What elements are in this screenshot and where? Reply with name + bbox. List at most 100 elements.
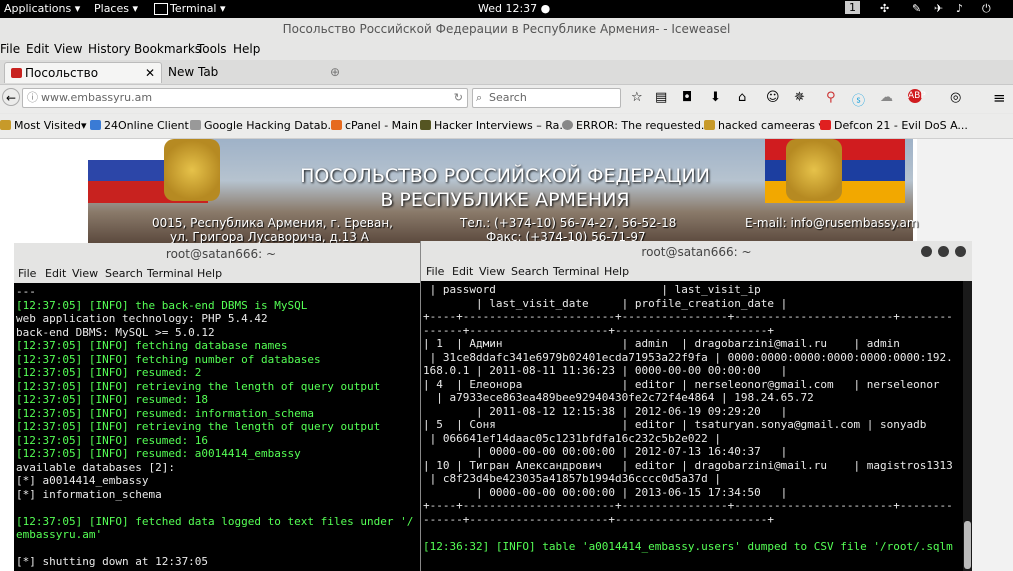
adblock-icon[interactable]: ABP <box>908 89 926 103</box>
navigation-toolbar: ← ⓘ www.embassyru.am ↻ ⌕ Search ☆ ▤ ◘ ⬇ … <box>0 85 1013 113</box>
download-icon[interactable]: ⬇ <box>710 90 721 105</box>
menu-edit[interactable]: Edit <box>26 42 49 56</box>
bookmark-24online[interactable]: 24Online Client <box>90 119 189 132</box>
reading-list-icon[interactable]: ▤ <box>655 90 667 105</box>
cpanel-icon <box>331 120 342 130</box>
bookmark-icon <box>190 120 201 130</box>
zoom-icon[interactable]: ⚲ <box>826 90 836 105</box>
terminal-line: [12:37:05] [INFO] retrieving the length … <box>16 379 381 393</box>
bookmark-label: Google Hacking Datab... <box>204 119 338 132</box>
maximize-icon[interactable] <box>938 246 949 257</box>
bookmark-label: 24Online Client <box>104 119 189 132</box>
menu-bookmarks[interactable]: Bookmarks <box>134 42 201 56</box>
workspace-indicator[interactable]: 1 <box>845 1 860 14</box>
power-icon[interactable]: ⏻ <box>982 2 991 16</box>
bookmark-google-hacking[interactable]: Google Hacking Datab... <box>190 119 338 132</box>
apps-icon[interactable]: ✣ <box>880 2 889 15</box>
terminal-line: ------+---------------------+-----------… <box>423 323 774 337</box>
terminal-menubar: File Edit View Search Terminal Help <box>14 265 428 283</box>
terminal-line: --- <box>16 285 36 298</box>
term1-menu-terminal[interactable]: Terminal <box>147 267 194 280</box>
bookmark-error[interactable]: ERROR: The requested... <box>562 119 711 132</box>
terminal-line: | 0000-00-00 00:00:00 | 2013-06-15 17:34… <box>423 485 788 499</box>
reload-icon[interactable]: ↻ <box>454 89 463 107</box>
tab-embassy[interactable]: Посольство Российс... ✕ <box>4 62 162 101</box>
close-tab-icon[interactable]: ✕ <box>145 63 155 84</box>
terminal-line: [12:37:05] [INFO] fetched data logged to… <box>16 514 414 528</box>
term2-menu-view[interactable]: View <box>479 265 505 278</box>
terminal-scrollbar[interactable] <box>963 281 972 571</box>
armenian-coat-of-arms-icon <box>786 139 842 201</box>
term1-menu-edit[interactable]: Edit <box>45 267 66 280</box>
bookmark-star-icon[interactable]: ☆ <box>631 90 643 105</box>
hamburger-menu-icon[interactable]: ≡ <box>993 89 1006 107</box>
terminal-window-2[interactable]: root@satan666: ~ File Edit View Search T… <box>420 241 972 571</box>
globe-icon[interactable]: ◎ <box>950 90 961 105</box>
term2-menu-search[interactable]: Search <box>511 265 549 278</box>
back-button[interactable]: ← <box>2 88 20 106</box>
terminal-line: [12:37:05] [INFO] fetching number of dat… <box>16 352 321 366</box>
bookmark-defcon[interactable]: Defcon 21 - Evil DoS A... <box>820 119 968 132</box>
term1-menu-file[interactable]: File <box>18 267 36 280</box>
clock[interactable]: Wed 12:37 ● <box>478 2 550 15</box>
menu-view[interactable]: View <box>54 42 82 56</box>
bookmark-hacked-cameeras[interactable]: hacked cameeras ▾ <box>704 119 824 132</box>
menu-tools[interactable]: Tools <box>197 42 227 56</box>
cloud-icon[interactable]: ☁ <box>880 90 893 105</box>
term2-menu-edit[interactable]: Edit <box>452 265 473 278</box>
terminal-title: root@satan666: ~ <box>14 243 428 265</box>
bookmark-icon <box>420 120 431 130</box>
terminal-output[interactable]: | password | last_visit_ip | last_visit_… <box>421 281 963 571</box>
minimize-icon[interactable] <box>921 246 932 257</box>
term1-menu-help[interactable]: Help <box>197 267 222 280</box>
terminal-window-1[interactable]: root@satan666: ~ File Edit View Search T… <box>14 243 428 571</box>
close-icon[interactable] <box>955 246 966 257</box>
term2-menu-terminal[interactable]: Terminal <box>553 265 600 278</box>
terminal-line: web application technology: PHP 5.4.42 <box>16 312 268 325</box>
menu-help[interactable]: Help <box>233 42 260 56</box>
term2-menu-help[interactable]: Help <box>604 265 629 278</box>
bookmark-label: Hacker Interviews – Ra... <box>434 119 570 132</box>
site-email[interactable]: E-mail: info@rusembassy.am <box>745 216 919 230</box>
site-address: 0015, Республика Армения, г. Ереван, ул.… <box>152 216 393 244</box>
terminal-line: | 31ce8ddafc341e6979b02401ecda71953a22f9… <box>423 350 953 364</box>
addon-icon[interactable]: ✵ <box>794 90 805 105</box>
terminal-menu[interactable]: Terminal ▾ <box>170 2 226 15</box>
term1-menu-search[interactable]: Search <box>105 267 143 280</box>
tab-strip: Посольство Российс... ✕ New Tab ⊕ <box>0 60 1013 101</box>
airplane-icon[interactable]: ✈ <box>934 2 943 15</box>
menu-file[interactable]: File <box>0 42 20 56</box>
tab-new[interactable]: New Tab <box>162 62 320 83</box>
skype-icon[interactable]: ⓢ <box>852 90 865 109</box>
terminal-output[interactable]: --- [12:37:05] [INFO] the back-end DBMS i… <box>14 283 428 571</box>
term2-menu-file[interactable]: File <box>426 265 444 278</box>
term1-menu-view[interactable]: View <box>72 267 98 280</box>
volume-icon[interactable]: ♪ <box>956 2 963 15</box>
home-icon[interactable]: ⌂ <box>738 90 746 105</box>
bookmark-label: Most Visited▾ <box>14 119 87 132</box>
terminal-line: [12:37:05] [INFO] resumed: a0014414_emba… <box>16 447 301 460</box>
pocket-icon[interactable]: ◘ <box>682 90 692 105</box>
terminal-line: [12:37:05] [INFO] resumed: 2 <box>16 366 202 379</box>
favicon-icon <box>11 68 22 78</box>
chat-icon[interactable]: ☺ <box>766 90 780 105</box>
url-text: www.embassyru.am <box>41 91 153 104</box>
bookmark-most-visited[interactable]: Most Visited▾ <box>0 119 86 132</box>
terminal-line: ------+---------------------+-----------… <box>423 512 774 526</box>
bookmark-label: ERROR: The requested... <box>576 119 712 132</box>
folder-icon <box>704 120 715 130</box>
terminal-line: [12:37:05] [INFO] resumed: information_s… <box>16 406 315 420</box>
url-bar[interactable]: ⓘ www.embassyru.am ↻ <box>22 88 468 108</box>
bookmark-cpanel[interactable]: cPanel - Main <box>331 119 418 132</box>
places-menu[interactable]: Places ▾ <box>94 2 138 15</box>
terminal-line: back-end DBMS: MySQL >= 5.0.12 <box>16 325 215 339</box>
scrollbar-thumb[interactable] <box>964 521 971 569</box>
terminal-title: root@satan666: ~ <box>421 241 972 263</box>
menu-history[interactable]: History <box>88 42 131 56</box>
new-tab-icon[interactable]: ⊕ <box>324 62 344 83</box>
terminal-line: [12:37:05] [INFO] resumed: 18 <box>16 393 209 406</box>
search-input[interactable]: ⌕ Search <box>472 88 621 108</box>
pen-icon[interactable]: ✎ <box>912 2 921 15</box>
bookmark-hacker-interviews[interactable]: Hacker Interviews – Ra... <box>420 119 570 132</box>
applications-menu[interactable]: Applications ▾ <box>4 2 80 15</box>
